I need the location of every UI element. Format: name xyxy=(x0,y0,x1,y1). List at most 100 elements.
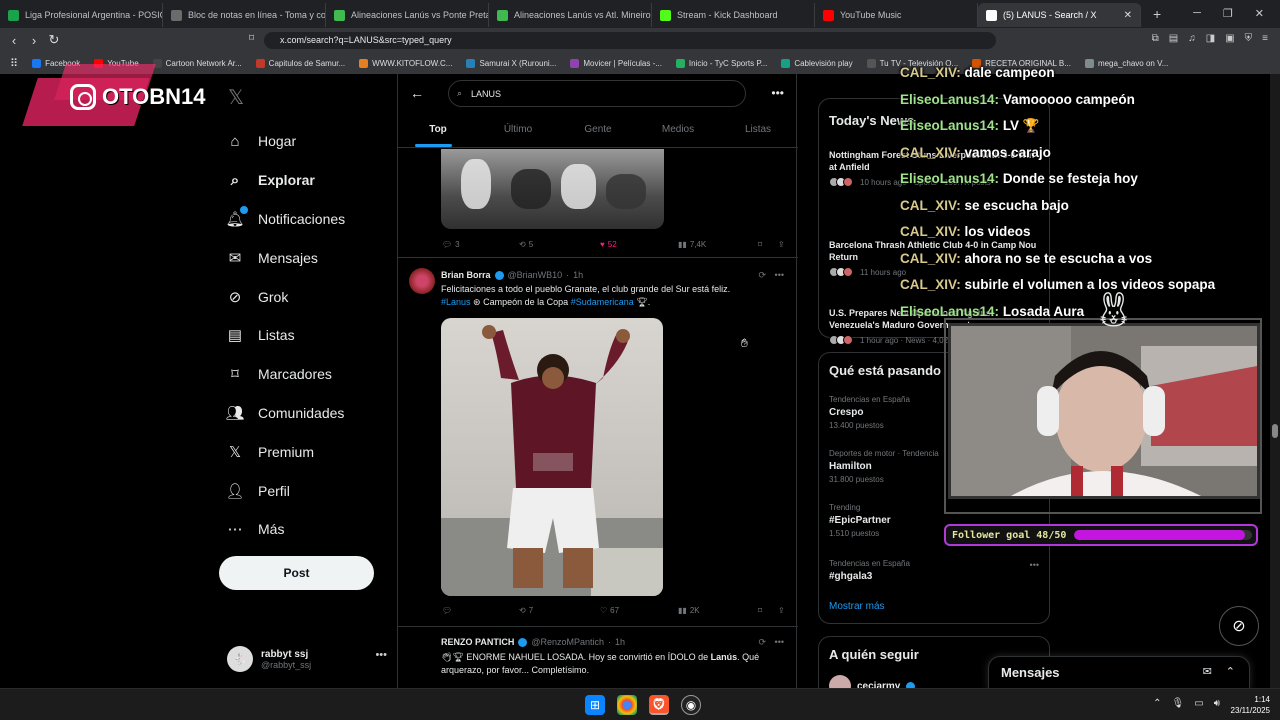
url-field[interactable]: x.com/search?q=LANUS&src=typed_query xyxy=(264,32,996,49)
apps-grid-icon[interactable]: ⠿ xyxy=(10,57,18,70)
chrome-icon[interactable] xyxy=(617,695,637,715)
tweet-author[interactable]: RENZO PANTICH xyxy=(441,637,514,647)
wallet-icon[interactable]: ▣ xyxy=(1225,33,1234,44)
obs-icon[interactable]: ◉ xyxy=(681,695,701,715)
account-switcher[interactable]: 🐇 rabbyt ssj @rabbyt_ssj ••• xyxy=(227,643,387,675)
share-icon[interactable]: ⇪ xyxy=(778,606,785,615)
network-icon[interactable]: ▭ xyxy=(1194,698,1203,709)
bookmark-item[interactable]: Samurai X (Rurouni... xyxy=(466,58,556,68)
browser-tab[interactable]: Liga Profesional Argentina - POSICI xyxy=(0,3,163,27)
tweet-image[interactable] xyxy=(441,149,664,229)
share-icon[interactable]: ⇪ xyxy=(778,240,785,249)
more-options-icon[interactable]: ••• xyxy=(771,86,784,100)
taskbar-clock[interactable]: 1:14 23/11/2025 xyxy=(1231,694,1270,716)
bookmark-page-icon[interactable]: ⌑ xyxy=(249,33,254,44)
sidebar-item-mensajes[interactable]: ✉︎ Mensajes xyxy=(226,238,406,277)
volume-icon[interactable]: 🔊︎ xyxy=(1214,698,1220,709)
like-button[interactable]: ♥ 52 xyxy=(600,240,678,249)
new-message-icon[interactable]: ✉︎ xyxy=(1203,665,1212,678)
sidebar-item-marcadores[interactable]: ⌑ Marcadores xyxy=(226,355,406,394)
close-tab-icon[interactable]: ✕ xyxy=(1124,10,1132,21)
show-more-link[interactable]: Mostrar más xyxy=(829,601,885,612)
avatar[interactable] xyxy=(409,268,435,294)
extension-icon[interactable]: ⧉ xyxy=(1152,33,1159,44)
sidebar-item-más[interactable]: ⋯ Más xyxy=(226,510,406,549)
microphone-icon[interactable]: 🎙︎ xyxy=(1172,698,1185,709)
tweet-handle[interactable]: @RenzoMPantich xyxy=(531,637,604,647)
hashtag-link[interactable]: #Sudamericana xyxy=(571,297,634,307)
tweet-author[interactable]: Brian Borra xyxy=(441,270,491,280)
sidebar-icon[interactable]: ◨ xyxy=(1206,33,1215,44)
more-icon[interactable]: ••• xyxy=(1030,560,1039,570)
tab-último[interactable]: Último xyxy=(478,116,558,147)
reply-button[interactable]: 💬︎ xyxy=(442,606,519,615)
back-arrow-icon[interactable]: ← xyxy=(410,85,424,101)
sidebar-item-perfil[interactable]: 👤︎ Perfil xyxy=(225,471,406,510)
tab-top[interactable]: Top xyxy=(398,116,478,147)
sidebar-item-hogar[interactable]: ⌂ Hogar xyxy=(226,122,406,161)
browser-tab[interactable]: YouTube Music xyxy=(815,3,978,27)
bookmark-item[interactable]: Movicer | Películas -... xyxy=(570,58,662,68)
chevron-up-icon[interactable]: ⌃ xyxy=(1153,698,1161,709)
browser-tab[interactable]: Alineaciones Lanús vs Atl. Mineiro, C xyxy=(489,3,652,27)
tweet-image[interactable] xyxy=(441,318,663,596)
page-scrollbar[interactable] xyxy=(1270,74,1280,688)
music-icon[interactable]: ♫ xyxy=(1188,33,1196,44)
forward-icon[interactable]: › xyxy=(24,33,44,48)
reply-button[interactable]: 💬︎ 3 xyxy=(442,240,519,249)
scrollbar-thumb[interactable] xyxy=(1272,424,1278,438)
brave-icon[interactable]: 🦁︎ xyxy=(649,695,669,715)
sidebar-item-premium[interactable]: 𝕏 Premium xyxy=(226,432,406,471)
hashtag-link[interactable]: #Lanus xyxy=(441,297,471,307)
sidebar-item-label: Notificaciones xyxy=(258,210,346,227)
reload-icon[interactable]: ↻ xyxy=(44,32,64,48)
views-stat[interactable]: ▮▮ 7,4K xyxy=(678,240,758,249)
windows-start-icon[interactable]: ⊞ xyxy=(585,695,605,715)
new-tab-icon[interactable]: + xyxy=(1153,6,1161,22)
post-button[interactable]: Post xyxy=(219,556,374,590)
expand-icon[interactable]: ⌃ xyxy=(1226,665,1235,678)
tab-gente[interactable]: Gente xyxy=(558,116,638,147)
x-logo-icon[interactable]: 𝕏 xyxy=(228,85,244,110)
more-icon[interactable]: ••• xyxy=(775,270,784,280)
bookmark-item[interactable]: Cablevisión play xyxy=(781,58,853,68)
maximize-icon[interactable]: ❐ xyxy=(1223,7,1233,20)
tweet-handle[interactable]: @BrianWB10 xyxy=(508,270,563,280)
grok-icon[interactable]: ⟳ xyxy=(758,270,766,281)
messages-drawer[interactable]: Mensajes ✉︎ ⌃ xyxy=(988,656,1250,690)
sidebar-item-notificaciones[interactable]: 🔔︎ Notificaciones xyxy=(225,200,406,239)
trend-item[interactable]: Tendencias en España #ghgala3 xyxy=(829,559,1039,582)
vpn-icon[interactable]: ⛨ xyxy=(1245,33,1253,44)
search-input[interactable]: ⌕ LANUS xyxy=(448,80,746,107)
views-stat[interactable]: ▮▮ 2K xyxy=(678,606,758,615)
sidebar-item-grok[interactable]: ⊘ Grok xyxy=(226,277,406,316)
more-icon[interactable]: ••• xyxy=(775,637,784,647)
sidebar-item-comunidades[interactable]: 👥︎ Comunidades xyxy=(225,394,406,433)
tweet-time[interactable]: 1h xyxy=(615,637,625,647)
sidebar-item-explorar[interactable]: ⌕ Explorar xyxy=(226,161,406,200)
back-icon[interactable]: ‹ xyxy=(4,33,24,48)
browser-tab[interactable]: Bloc de notas en línea - Toma y com xyxy=(163,3,326,27)
sidebar-item-listas[interactable]: ▤ Listas xyxy=(226,316,406,355)
minimize-icon[interactable]: ─ xyxy=(1193,7,1201,20)
retweet-button[interactable]: ⟲ 7 xyxy=(519,606,600,615)
tab-listas[interactable]: Listas xyxy=(718,116,798,147)
extension-icon[interactable]: ▤ xyxy=(1169,33,1178,44)
grok-icon[interactable]: ⟳ xyxy=(758,637,766,648)
retweet-button[interactable]: ⟲ 5 xyxy=(519,240,600,249)
menu-icon[interactable]: ≡ xyxy=(1262,33,1268,44)
bookmark-item[interactable]: WWW.KITOFLOW.C... xyxy=(359,58,452,68)
close-window-icon[interactable]: ✕ xyxy=(1255,7,1264,20)
browser-tab[interactable]: Stream - Kick Dashboard xyxy=(652,3,815,27)
browser-tab[interactable]: Alineaciones Lanús vs Ponte Preta, C xyxy=(326,3,489,27)
like-button[interactable]: ♡ 67 xyxy=(600,606,678,615)
bookmark-icon[interactable]: ⌑ xyxy=(758,606,778,615)
browser-tab[interactable]: (5) LANUS - Search / X ✕ xyxy=(978,3,1141,27)
bookmark-icon[interactable]: ⌑ xyxy=(758,240,778,249)
bookmark-item[interactable]: Inicio - TyC Sports P... xyxy=(675,58,767,68)
grok-floating-button[interactable]: ⊘ xyxy=(1219,606,1259,646)
tweet-time[interactable]: 1h xyxy=(573,270,583,280)
more-icon[interactable]: ••• xyxy=(375,649,387,661)
tab-medios[interactable]: Medios xyxy=(638,116,718,147)
bookmark-item[interactable]: Capitulos de Samur... xyxy=(255,58,345,68)
